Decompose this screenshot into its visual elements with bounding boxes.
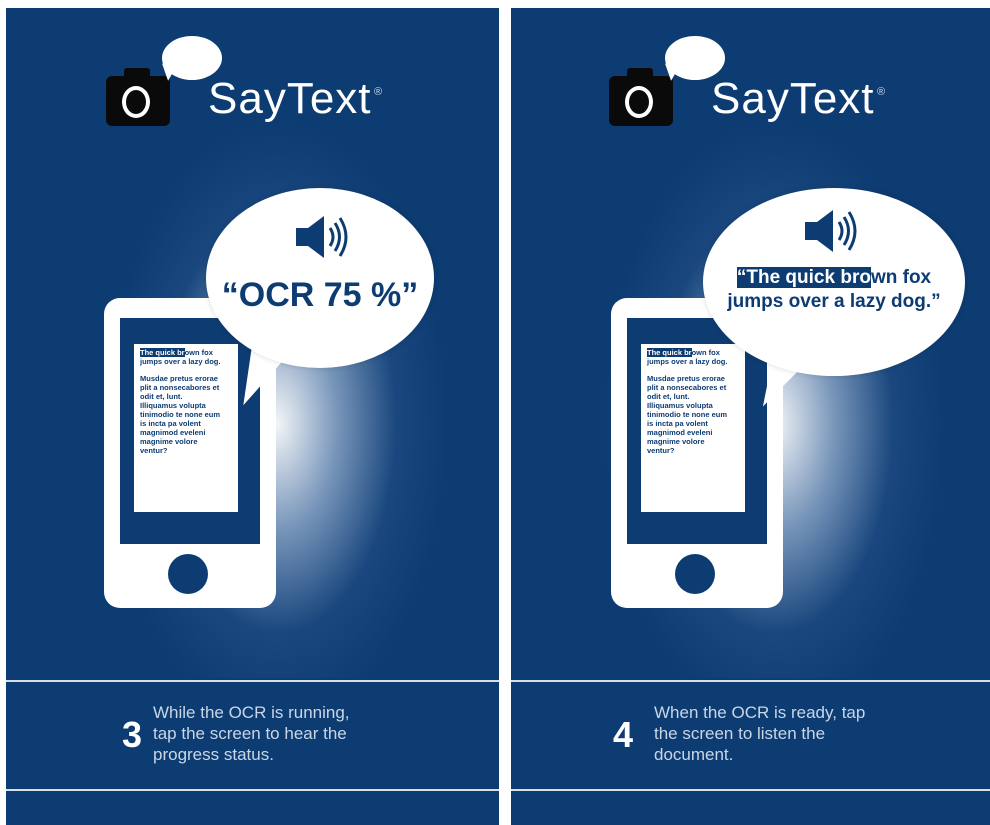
document-preview: The quick brown fox jumps over a lazy do…: [641, 344, 745, 512]
highlighted-text: The quick br: [140, 348, 185, 357]
speaker-icon: [296, 216, 348, 258]
brand-name: SayText: [711, 74, 875, 123]
step-number: 4: [613, 714, 634, 755]
divider-top: [6, 680, 499, 682]
step-number: 3: [122, 714, 143, 755]
step-description: While the OCR is running, tap the screen…: [153, 703, 350, 764]
trademark-symbol: ®: [877, 86, 886, 98]
trademark-symbol: ®: [374, 86, 383, 98]
home-button: [675, 554, 715, 594]
ocr-progress-text: “OCR 75 %”: [221, 276, 419, 314]
panel-step-3: SayText ® The quick brown fox jumps over…: [6, 8, 499, 825]
saytext-logo: SayText ®: [609, 36, 909, 126]
speech-bubble: “OCR 75 %”: [206, 188, 434, 368]
divider-bottom: [511, 789, 990, 791]
camera-icon: [106, 68, 170, 126]
phone-screen: The quick brown fox jumps over a lazy do…: [120, 318, 260, 544]
divider-bottom: [6, 789, 499, 791]
spoken-text: “The quick brown fox jumps over a lazy d…: [727, 267, 941, 312]
step-description: When the OCR is ready, tap the screen to…: [654, 703, 866, 764]
step-3-caption: 3 While the OCR is running, tap the scre…: [6, 702, 499, 782]
step-4-caption: 4 When the OCR is ready, tap the screen …: [511, 702, 990, 782]
divider-top: [511, 680, 990, 682]
document-preview: The quick brown fox jumps over a lazy do…: [134, 344, 238, 512]
home-button: [168, 554, 208, 594]
speech-bubble: “The quick brown fox jumps over a lazy d…: [703, 188, 965, 376]
saytext-logo: SayText ®: [106, 36, 406, 126]
brand-name: SayText: [208, 74, 372, 123]
highlighted-text: The quick br: [647, 348, 692, 357]
speaker-icon: [805, 210, 857, 252]
camera-icon: [609, 68, 673, 126]
panel-step-4: SayText ® The quick brown fox jumps over…: [511, 8, 990, 825]
